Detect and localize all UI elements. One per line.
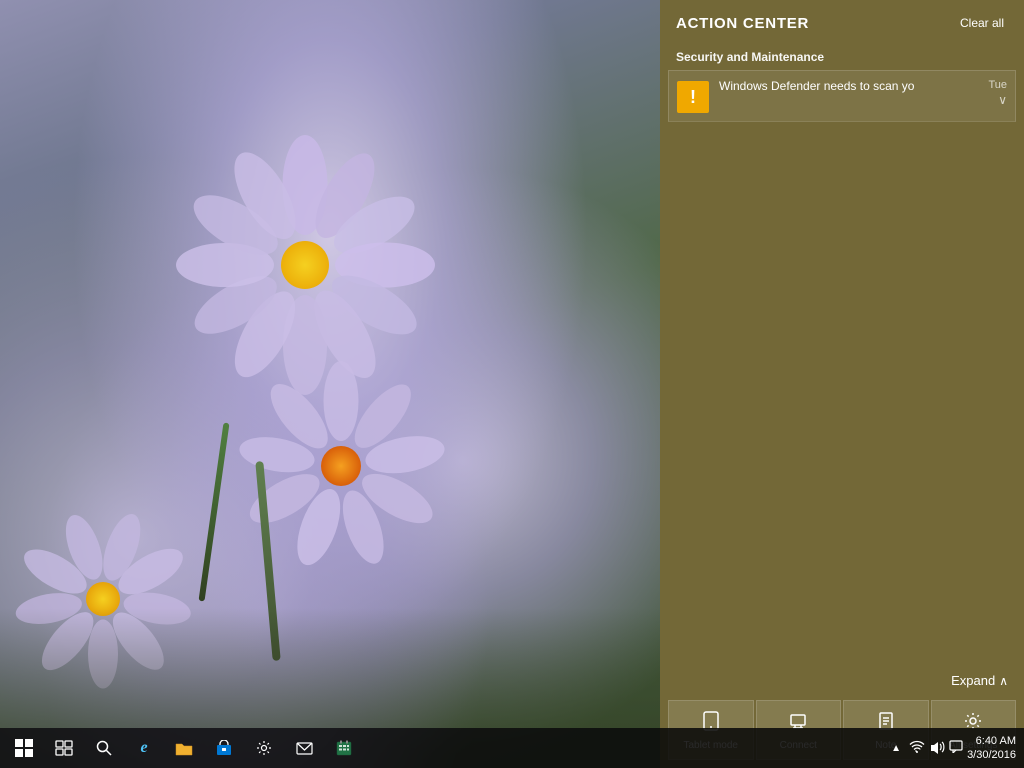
taskbar-right: ▲ — [660, 728, 1024, 768]
clock-time: 6:40 AM — [967, 734, 1016, 748]
taskbar-left: e — [0, 728, 660, 768]
start-button[interactable] — [4, 728, 44, 768]
clear-all-button[interactable]: Clear all — [956, 14, 1008, 32]
volume-tray-icon[interactable] — [929, 740, 945, 757]
clock-date: 3/30/2016 — [967, 748, 1016, 762]
notification-time: Tue — [988, 79, 1007, 91]
notification-content: Windows Defender needs to scan yo — [719, 79, 1007, 93]
chevron-up-icon: ∧ — [999, 674, 1008, 688]
settings-taskbar-button[interactable] — [244, 728, 284, 768]
warning-icon: ! — [677, 81, 709, 113]
notification-item[interactable]: ! Windows Defender needs to scan yo Tue … — [668, 70, 1016, 122]
mail-button[interactable] — [284, 728, 324, 768]
desktop-background — [0, 0, 660, 768]
task-view-button[interactable] — [44, 728, 84, 768]
store-button[interactable] — [204, 728, 244, 768]
notification-group-label: Security and Maintenance — [668, 42, 1016, 70]
chevron-down-icon: ∨ — [998, 93, 1007, 107]
action-center-title: ACTION CENTER — [676, 15, 809, 32]
notification-meta: Tue ∨ — [988, 79, 1007, 107]
expand-label: Expand — [951, 673, 995, 688]
notifications-list: Security and Maintenance ! Windows Defen… — [660, 42, 1024, 353]
action-center-header: ACTION CENTER Clear all — [660, 0, 1024, 42]
edge-button[interactable]: e — [124, 728, 164, 768]
notification-text: Windows Defender needs to scan yo — [719, 79, 1007, 93]
system-clock[interactable]: 6:40 AM 3/30/2016 — [967, 734, 1016, 763]
taskbar: e — [0, 728, 1024, 768]
expand-button[interactable]: Expand ∧ — [660, 663, 1024, 698]
search-button[interactable] — [84, 728, 124, 768]
notifications-spacer — [660, 353, 1024, 664]
action-center-tray-icon[interactable] — [949, 740, 963, 756]
tray-overflow-button[interactable]: ▲ — [887, 728, 905, 768]
network-tray-icon[interactable] — [909, 740, 925, 757]
calendar-button[interactable] — [324, 728, 364, 768]
file-explorer-button[interactable] — [164, 728, 204, 768]
action-center-panel: ACTION CENTER Clear all Security and Mai… — [660, 0, 1024, 768]
chevron-up-icon: ▲ — [891, 743, 901, 754]
